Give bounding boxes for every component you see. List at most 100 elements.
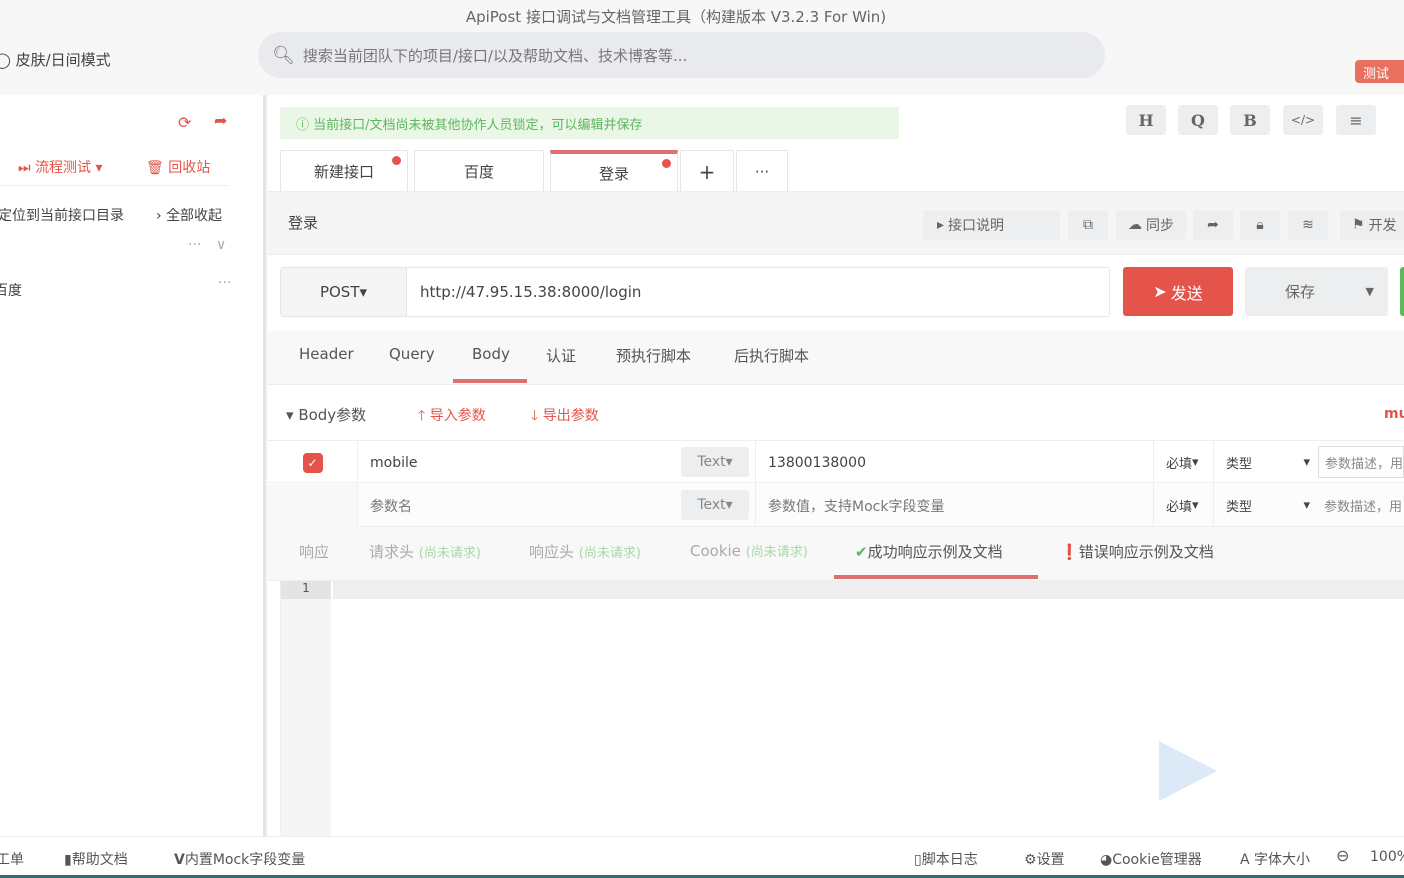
active-tab-indicator xyxy=(834,575,1038,579)
import-label: 导入参数 xyxy=(429,408,486,424)
flow-test-button[interactable]: ⏭ 流程测试 ▾ xyxy=(18,157,103,177)
code-editor[interactable]: 1 xyxy=(280,581,1404,836)
share-icon[interactable]: ➦ xyxy=(214,111,227,130)
required-select[interactable]: 必填 ▾ xyxy=(1154,484,1214,527)
skin-toggle[interactable]: ◯ 皮肤/日间模式 xyxy=(0,49,111,70)
body-params-toggle[interactable]: ▾ Body参数 xyxy=(286,404,366,425)
import-params-button[interactable]: 🡑 导入参数 xyxy=(418,405,486,429)
dev-status-button[interactable]: ⚑ 开发 xyxy=(1340,210,1404,240)
tab-body[interactable]: Body xyxy=(472,345,510,363)
tab-post-script[interactable]: 后执行脚本 xyxy=(734,345,809,366)
search-input[interactable]: 🔍︎ 搜索当前团队下的项目/接口/以及帮助文档、技术博客等... xyxy=(258,32,1105,78)
toolbar-h-button[interactable]: H xyxy=(1126,105,1166,135)
zoom-level: 100% xyxy=(1370,849,1404,865)
save-button[interactable]: 保存 ▼ xyxy=(1245,267,1388,316)
label: 脚本日志 xyxy=(921,852,978,868)
type-label: Text xyxy=(697,454,726,470)
font-size-button[interactable]: A 字体大小 xyxy=(1240,849,1310,869)
more-tabs-button[interactable]: ··· xyxy=(736,150,788,192)
label: 响应头 xyxy=(529,543,575,561)
tab-error-example[interactable]: ❗错误响应示例及文档 xyxy=(1060,541,1214,562)
toolbar-q-button[interactable]: Q xyxy=(1178,105,1218,135)
copy-icon[interactable]: ⧉ xyxy=(1068,210,1108,240)
required-label: 必填 xyxy=(1166,457,1193,472)
param-value-input[interactable]: 参数值，支持Mock字段变量 xyxy=(756,484,1154,527)
settings-sliders-button[interactable]: ≡ xyxy=(1336,105,1376,135)
label: 设置 xyxy=(1036,852,1065,868)
lock-icon[interactable]: 🔒︎ xyxy=(1240,210,1280,240)
more-icon[interactable]: ··· xyxy=(188,237,201,253)
param-type-select[interactable]: Text ▾ xyxy=(681,447,749,477)
label: 帮助文档 xyxy=(71,852,128,868)
tab-pre-script[interactable]: 预执行脚本 xyxy=(616,345,691,366)
extra-button[interactable] xyxy=(1400,267,1404,316)
tab-baidu[interactable]: 百度 xyxy=(414,150,544,192)
add-tab-button[interactable]: + xyxy=(680,150,734,192)
tree-item[interactable]: 百度 xyxy=(0,280,22,300)
tab-login[interactable]: 登录 xyxy=(550,150,678,192)
tab-query[interactable]: Query xyxy=(389,345,435,363)
tab-success-example[interactable]: ✔成功响应示例及文档 xyxy=(855,541,1003,562)
param-row: 参数名 Text ▾ 参数值，支持Mock字段变量 必填 ▾ 类型 ▾ 参数描述，用 xyxy=(268,484,1404,527)
team-badge[interactable]: 测试 xyxy=(1355,60,1404,83)
sidebar: ⟳ ➦ ⏭ 流程测试 ▾ 🗑︎ 回收站 定位到当前接口目录 › 全部收起 ···… xyxy=(0,95,266,836)
tab-cookie[interactable]: Cookie (尚未请求) xyxy=(690,541,808,560)
kind-select[interactable]: 类型 ▾ xyxy=(1214,441,1318,484)
export-params-button[interactable]: 🡓 导出参数 xyxy=(531,405,599,429)
body-mode[interactable]: mu xyxy=(1384,406,1404,422)
param-desc-input[interactable]: 参数描述，用 xyxy=(1318,446,1404,478)
locate-button[interactable]: 定位到当前接口目录 xyxy=(0,205,124,225)
kind-select[interactable]: 类型 ▾ xyxy=(1214,484,1318,527)
sync-button[interactable]: ☁ 同步 xyxy=(1116,210,1186,240)
request-tabs: Header Query Body 认证 预执行脚本 后执行脚本 xyxy=(268,331,1404,385)
param-desc-input[interactable]: 参数描述，用 xyxy=(1318,484,1404,527)
check-circle-icon: ✔ xyxy=(855,543,868,561)
footer: 工单 ▮帮助文档 V内置Mock字段变量 ▯脚本日志 ⚙设置 ◕Cookie管理… xyxy=(0,836,1404,878)
param-type-select[interactable]: Text ▾ xyxy=(681,490,749,520)
pending-label: (尚未请求) xyxy=(745,545,808,560)
tab-response-headers[interactable]: 响应头 (尚未请求) xyxy=(529,541,641,562)
tab-label: 百度 xyxy=(463,163,494,181)
collapse-all-button[interactable]: › 全部收起 xyxy=(156,205,222,225)
api-name[interactable]: 登录 xyxy=(288,212,318,233)
divider xyxy=(0,185,228,186)
chevron-down-icon[interactable]: ▼ xyxy=(1366,285,1374,298)
pending-label: (尚未请求) xyxy=(578,546,641,561)
api-doc-button[interactable]: ▸ 接口说明 xyxy=(923,210,1060,240)
code-button[interactable]: </> xyxy=(1283,105,1323,135)
share-icon[interactable]: ➦ xyxy=(1193,210,1233,240)
param-checkbox[interactable]: ✓ xyxy=(302,452,323,473)
tab-auth[interactable]: 认证 xyxy=(546,345,576,366)
label: 错误响应示例及文档 xyxy=(1078,543,1214,561)
tab-request-headers[interactable]: 请求头 (尚未请求) xyxy=(369,541,481,562)
tab-header[interactable]: Header xyxy=(299,345,354,363)
send-button[interactable]: ➤ 发送 xyxy=(1123,267,1233,316)
search-placeholder: 搜索当前团队下的项目/接口/以及帮助文档、技术博客等... xyxy=(302,46,688,65)
settings-button[interactable]: ⚙设置 xyxy=(1024,849,1065,869)
alert-icon: ❗ xyxy=(1060,543,1079,561)
main-panel: ⓘ 当前接口/文档尚未被其他协作人员锁定，可以编辑并保存 H Q B </> ≡… xyxy=(268,95,1404,836)
help-docs-link[interactable]: ▮帮助文档 xyxy=(64,849,128,869)
body-title: Body参数 xyxy=(298,406,367,424)
refresh-icon[interactable]: ⟳ xyxy=(178,113,191,132)
mock-vars-link[interactable]: V内置Mock字段变量 xyxy=(174,849,305,869)
more-icon[interactable]: ··· xyxy=(218,275,231,291)
zoom-out-icon[interactable]: ⊖ xyxy=(1336,846,1349,865)
url-input[interactable]: http://47.95.15.38:8000/login xyxy=(420,283,641,301)
request-line: POST ▾ http://47.95.15.38:8000/login xyxy=(280,267,1110,317)
ticket-link[interactable]: 工单 xyxy=(0,849,24,869)
recycle-button[interactable]: 🗑︎ 回收站 xyxy=(146,157,210,177)
param-value-input[interactable]: 13800138000 xyxy=(756,441,1154,484)
script-log-button[interactable]: ▯脚本日志 xyxy=(914,849,978,869)
save-label: 保存 xyxy=(1285,283,1316,301)
toolbar-b-button[interactable]: B xyxy=(1230,105,1270,135)
chevron-down-icon[interactable]: ∨ xyxy=(216,237,226,253)
unsaved-dot xyxy=(392,156,401,165)
tab-response[interactable]: 响应 xyxy=(299,541,329,562)
database-icon[interactable]: ≋ xyxy=(1288,210,1328,240)
tab-new-api[interactable]: 新建接口 xyxy=(280,150,408,192)
gutter xyxy=(281,581,331,836)
cookie-manager-button[interactable]: ◕Cookie管理器 xyxy=(1100,849,1202,869)
required-select[interactable]: 必填 ▾ xyxy=(1154,441,1214,484)
method-select[interactable]: POST ▾ xyxy=(281,268,407,316)
